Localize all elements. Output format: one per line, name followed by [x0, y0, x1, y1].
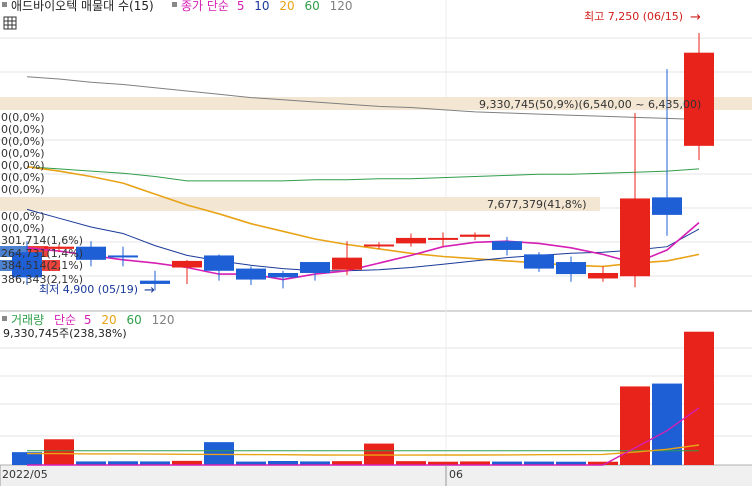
chart-canvas: 애드바이오텍 매물대 수(15) 종가 단순 5 10 20 60 120 최고…: [0, 0, 752, 486]
ma-legend-60: 60: [305, 0, 320, 13]
volume-legend-marker: [2, 316, 7, 321]
vol-legend-5: 5: [84, 313, 92, 327]
ma-legend-close: 종가 단순: [181, 0, 229, 13]
profile-label: 0(0,0%): [1, 183, 45, 196]
candle-body: [332, 257, 362, 270]
profile-label: 384,514(2,1%): [1, 259, 83, 272]
vol-legend-simple: 단순: [54, 313, 76, 327]
candle-body: [108, 255, 138, 258]
stock-chart: 애드바이오텍 매물대 수(15) 종가 단순 5 10 20 60 120 최고…: [0, 0, 752, 486]
volume-bar: [652, 383, 682, 465]
volume-bar: [364, 443, 394, 465]
candle-body: [524, 254, 554, 269]
candle-body: [588, 272, 618, 279]
ma-legend-20: 20: [279, 0, 294, 13]
x-axis-bg: [0, 465, 752, 486]
low-arrow-icon: →: [144, 283, 155, 298]
volume-bar: [44, 439, 74, 465]
candle-body: [556, 262, 586, 275]
candle-body: [652, 197, 682, 215]
band-top-label: 9,330,745(50,9%)(6,540,00 ~ 6,435,00): [479, 98, 701, 111]
vol-legend-20: 20: [101, 313, 116, 327]
vol-legend-120: 120: [152, 313, 175, 327]
candle-body: [268, 272, 298, 278]
x-label-may: 2022/05: [2, 468, 48, 481]
candle-body: [428, 237, 458, 240]
candle-body: [492, 241, 522, 250]
candle-body: [204, 255, 234, 271]
candle-body: [300, 262, 330, 273]
candle-body: [396, 237, 426, 244]
candle-body: [460, 234, 490, 237]
high-arrow-icon: →: [690, 10, 701, 25]
high-price-label: 최고 7,250 (06/15): [584, 10, 683, 23]
x-label-jun: 06: [449, 468, 463, 481]
volume-bar: [204, 442, 234, 465]
profile-label: 386,343(2,1%): [1, 273, 83, 286]
candle-body: [236, 268, 266, 280]
legend-marker: [2, 2, 7, 7]
legend-marker-ma: [172, 2, 177, 7]
vol-legend-60: 60: [126, 313, 141, 327]
ma-legend-5: 5: [237, 0, 245, 13]
profile-label: 301,714(1,6%): [1, 234, 83, 247]
candle-body: [620, 198, 650, 277]
grid-table-icon[interactable]: [3, 16, 17, 30]
stock-title: 애드바이오텍 매물대 수(15): [11, 0, 154, 13]
band-mid-label: 7,677,379(41,8%): [487, 198, 587, 211]
volume-value-label: 9,330,745주(238,38%): [3, 327, 127, 340]
ma-legend-120: 120: [330, 0, 353, 13]
ma-legend-10: 10: [254, 0, 269, 13]
candle-body: [364, 244, 394, 247]
vol-legend-volume: 거래량: [11, 313, 44, 327]
candle-body: [172, 260, 202, 268]
